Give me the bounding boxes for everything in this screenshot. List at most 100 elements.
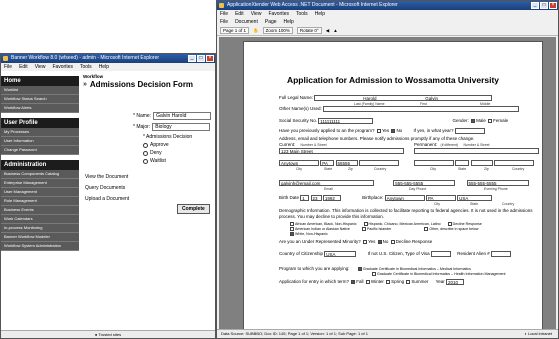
day-phone-value: 555-555-5555 bbox=[393, 180, 456, 186]
menu-file[interactable]: File bbox=[4, 63, 12, 71]
nav-heading-administration: Administration bbox=[1, 160, 79, 170]
menu-edit[interactable]: Edit bbox=[19, 63, 28, 71]
menu-view[interactable]: View bbox=[35, 63, 46, 71]
doc-status-text: Data Source: SUBBBO; Doc ID: 145; Page 1… bbox=[221, 331, 368, 336]
document-window-title: ApplicationXtender Web Access .NET Docum… bbox=[227, 2, 398, 8]
dmenu-favorites[interactable]: Favorites bbox=[268, 10, 289, 18]
nav-item-change-password[interactable]: Change Password bbox=[1, 146, 79, 155]
permanent-state-box bbox=[455, 160, 470, 166]
radio-waitlist-icon[interactable] bbox=[143, 158, 148, 164]
evening-phone-value: 555-555-5555 bbox=[466, 180, 529, 186]
demo-opt-3: Decline Response bbox=[452, 222, 482, 226]
nav-item-work-calendars[interactable]: Work Calendars bbox=[1, 215, 79, 224]
current-street-value: 123 Main Street bbox=[279, 148, 404, 154]
major-input[interactable] bbox=[152, 123, 211, 131]
menu-help[interactable]: Help bbox=[99, 63, 109, 71]
p-zip-sub: Zip bbox=[484, 167, 489, 171]
resident-box bbox=[491, 251, 512, 257]
rotate-select[interactable]: Rotate 0° bbox=[296, 27, 322, 34]
workflow-content: Home Worklist Workflow Status Search Wor… bbox=[1, 71, 215, 338]
ie-icon bbox=[3, 56, 8, 61]
nav-item-my-processes[interactable]: My Processes bbox=[1, 128, 79, 137]
workflow-window-title: Banner Workflow 8.0 (wfseed) - admin - M… bbox=[11, 55, 160, 61]
state-sub: State bbox=[324, 167, 333, 171]
term-winter: Winter bbox=[370, 279, 384, 285]
nav-item-workflow-modeler[interactable]: Banner Workflow Modeler bbox=[1, 233, 79, 242]
page-indicator[interactable]: Page 1 of 1 bbox=[220, 27, 250, 34]
query-documents-link[interactable]: Query Documents bbox=[85, 185, 125, 191]
demo-cb-7 bbox=[290, 232, 294, 237]
dmenu-tools[interactable]: Tools bbox=[296, 10, 308, 18]
demo-opt-1: African American, Black, Non-Hispanic bbox=[295, 222, 357, 226]
form-title: Admissions Decision Form bbox=[89, 80, 194, 89]
term-fall: Fall bbox=[356, 279, 364, 285]
year-label: Year bbox=[435, 279, 445, 285]
nav-item-business-events[interactable]: Business Events bbox=[1, 206, 79, 215]
view-document-link[interactable]: View the Document bbox=[85, 174, 128, 180]
nav-item-in-process-monitoring[interactable]: In-process Monitoring bbox=[1, 224, 79, 233]
minimize-icon[interactable]: _ bbox=[188, 55, 196, 62]
nav-item-workflow-alerts[interactable]: Workflow Alerts bbox=[1, 104, 79, 113]
demo-opt-5: Pacific Islander bbox=[366, 227, 392, 231]
program-opt-1: Graduate Certificate in Biomedical Infor… bbox=[362, 267, 471, 271]
maximize-icon[interactable]: □ bbox=[197, 55, 205, 62]
close-icon-2[interactable]: × bbox=[549, 2, 557, 9]
nav-item-user-management[interactable]: User Management bbox=[1, 188, 79, 197]
program-row: Program to which you are applying: Gradu… bbox=[279, 266, 471, 272]
waitlist-label: Waitlist bbox=[150, 158, 166, 164]
radio-deny-icon[interactable] bbox=[143, 150, 148, 156]
permanent-label: Permanent: bbox=[414, 142, 438, 147]
page-title: » Admissions Decision Form bbox=[83, 80, 215, 89]
menu-favorites[interactable]: Favorites bbox=[52, 63, 73, 71]
current-city-row: Anytown PA 55555 bbox=[279, 160, 399, 166]
nav-item-system-administration[interactable]: Workflow System Administration bbox=[1, 242, 79, 251]
nav-item-enterprise-management[interactable]: Enterprise Management bbox=[1, 179, 79, 188]
zoom-select[interactable]: Zoom 100% bbox=[262, 27, 293, 34]
amenu-document[interactable]: Document bbox=[235, 18, 258, 26]
nav-item-role-management[interactable]: Role Management bbox=[1, 197, 79, 206]
menu-tools[interactable]: Tools bbox=[80, 63, 92, 71]
workflow-menubar: File Edit View Favorites Tools Help bbox=[1, 63, 215, 71]
dmenu-edit[interactable]: Edit bbox=[235, 10, 244, 18]
complete-button[interactable]: Complete bbox=[177, 204, 210, 214]
citizenship-value: USA bbox=[324, 251, 357, 257]
decision-deny[interactable]: Deny bbox=[143, 149, 192, 157]
decision-waitlist[interactable]: Waitlist bbox=[143, 157, 192, 165]
name-label: * Name: bbox=[133, 113, 152, 119]
maximize-icon-2[interactable]: □ bbox=[540, 2, 548, 9]
male-label: Male bbox=[476, 118, 486, 124]
close-icon[interactable]: × bbox=[206, 55, 214, 62]
name-input[interactable] bbox=[153, 112, 212, 120]
nav-item-workflow-status-search[interactable]: Workflow Status Search bbox=[1, 95, 79, 104]
app-menubar: File Document Page Help bbox=[217, 18, 558, 26]
nav-item-business-components[interactable]: Business Components Catalog bbox=[1, 170, 79, 179]
annotate-icon[interactable]: ▲ bbox=[333, 28, 337, 33]
program-cb-1 bbox=[357, 267, 362, 272]
arrows-icon: » bbox=[83, 81, 87, 88]
email-sub: Email bbox=[324, 187, 333, 191]
amenu-page[interactable]: Page bbox=[265, 18, 277, 26]
radio-approve-icon[interactable] bbox=[143, 142, 148, 148]
decision-approve[interactable]: Approve bbox=[143, 141, 192, 149]
nav-section-home: Home Worklist Workflow Status Search Wor… bbox=[1, 76, 79, 113]
dmenu-view[interactable]: View bbox=[251, 10, 262, 18]
hand-icon[interactable]: ✋ bbox=[253, 28, 259, 34]
prev-page-icon[interactable]: ◀ bbox=[326, 28, 329, 34]
minimize-icon-2[interactable]: _ bbox=[531, 2, 539, 9]
amenu-file[interactable]: File bbox=[220, 18, 228, 26]
demo-opt-4: American Indian or Alaskan Native bbox=[295, 227, 350, 231]
entry-row: Application for entry in which term? Fal… bbox=[279, 279, 465, 285]
nav-item-user-information[interactable]: User Information bbox=[1, 137, 79, 146]
amenu-help[interactable]: Help bbox=[284, 18, 294, 26]
demo-cb-4 bbox=[290, 227, 294, 232]
minority-no-cb bbox=[377, 239, 382, 244]
dmenu-file[interactable]: File bbox=[220, 10, 228, 18]
upload-document-link[interactable]: Upload a Document bbox=[85, 196, 129, 202]
document-statusbar: Data Source: SUBBBO; Doc ID: 145; Page 1… bbox=[217, 329, 558, 338]
ssn-value: 111111111 bbox=[318, 118, 374, 124]
other-names-label: Other Name(s) Used: bbox=[279, 106, 322, 112]
program-label: Program to which you are applying: bbox=[279, 266, 350, 271]
nav-item-worklist[interactable]: Worklist bbox=[1, 86, 79, 95]
citizenship-label: Country of Citizenship bbox=[279, 251, 324, 257]
dmenu-help[interactable]: Help bbox=[315, 10, 325, 18]
